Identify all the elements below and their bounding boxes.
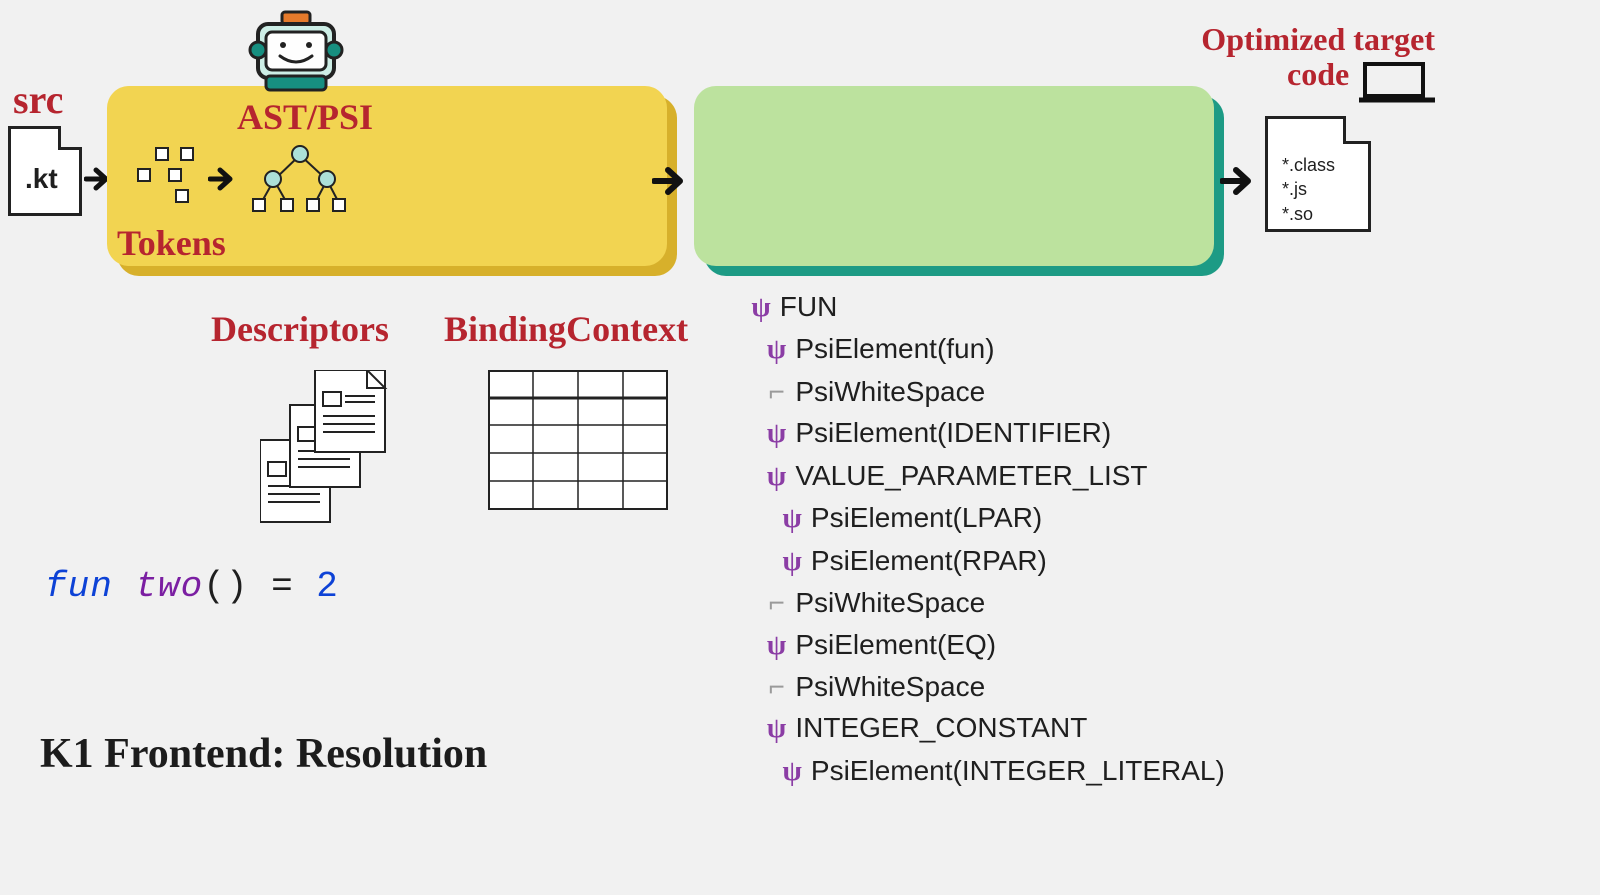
psi-node-text: PsiElement(LPAR) [803, 502, 1042, 533]
whitespace-icon: ⌐ [766, 582, 788, 623]
psi-row: ψ PsiElement(INTEGER_LITERAL) [750, 750, 1225, 792]
binding-context-label: BindingContext [444, 308, 688, 350]
mascot-icon [248, 10, 344, 99]
arrow-icon [652, 164, 692, 198]
psi-row: ψ PsiElement(EQ) [750, 624, 1225, 666]
tokens-label: Tokens [117, 222, 226, 264]
whitespace-icon: ⌐ [766, 666, 788, 707]
psi-row: ψ VALUE_PARAMETER_LIST [750, 455, 1225, 497]
output-ext: *.so [1282, 202, 1335, 226]
psi-node-text: PsiElement(RPAR) [803, 545, 1047, 576]
output-file-exts: *.class *.js *.so [1282, 153, 1335, 226]
psi-node-text: PsiElement(EQ) [788, 629, 997, 660]
backend-stage-box [694, 86, 1214, 266]
code-identifier: two [135, 566, 203, 607]
psi-node-text: PsiWhiteSpace [788, 671, 986, 702]
code-sample: fun two() = 2 [45, 566, 339, 607]
laptop-icon [1359, 60, 1435, 111]
whitespace-icon: ⌐ [766, 371, 788, 412]
psi-node-text: VALUE_PARAMETER_LIST [788, 460, 1148, 491]
binding-context-grid-icon [488, 370, 668, 515]
descriptors-icon [260, 370, 390, 535]
psi-row: ψ PsiElement(fun) [750, 328, 1225, 370]
psi-node-text: FUN [772, 291, 837, 322]
source-file-icon: .kt [8, 126, 82, 216]
arrow-icon [1220, 164, 1260, 198]
psi-row: ψ FUN [750, 286, 1225, 328]
psi-icon: ψ [766, 708, 788, 749]
psi-icon: ψ [766, 456, 788, 497]
src-label: src [13, 76, 63, 123]
output-file-icon: *.class *.js *.so [1265, 116, 1371, 232]
psi-node-text: INTEGER_CONSTANT [788, 712, 1088, 743]
output-ext: *.class [1282, 153, 1335, 177]
psi-row: ⌐ PsiWhiteSpace [750, 666, 1225, 707]
psi-row: ψ INTEGER_CONSTANT [750, 707, 1225, 749]
source-file-ext: .kt [25, 163, 58, 195]
psi-node-text: PsiElement(fun) [788, 333, 995, 364]
psi-icon: ψ [781, 541, 803, 582]
code-keyword: fun [45, 566, 113, 607]
psi-node-text: PsiWhiteSpace [788, 587, 986, 618]
descriptors-label: Descriptors [211, 308, 389, 350]
psi-node-text: PsiElement(INTEGER_LITERAL) [803, 755, 1225, 786]
psi-icon: ψ [781, 751, 803, 792]
arrow-icon [208, 164, 242, 194]
code-parens: () [203, 566, 248, 607]
psi-row: ⌐ PsiWhiteSpace [750, 371, 1225, 412]
code-eq: = [271, 566, 294, 607]
psi-row: ψ PsiElement(LPAR) [750, 497, 1225, 539]
code-number: 2 [316, 566, 339, 607]
psi-icon: ψ [766, 329, 788, 370]
psi-icon: ψ [766, 413, 788, 454]
ast-psi-label: AST/PSI [237, 96, 373, 138]
psi-icon: ψ [766, 625, 788, 666]
psi-node-text: PsiElement(IDENTIFIER) [788, 417, 1112, 448]
psi-node-text: PsiWhiteSpace [788, 376, 986, 407]
psi-icon: ψ [781, 498, 803, 539]
psi-row: ψ PsiElement(IDENTIFIER) [750, 412, 1225, 454]
psi-icon: ψ [750, 287, 772, 328]
psi-row: ψ PsiElement(RPAR) [750, 540, 1225, 582]
psi-tree: ψ FUN ψ PsiElement(fun) ⌐ PsiWhiteSpace … [750, 286, 1225, 792]
psi-row: ⌐ PsiWhiteSpace [750, 582, 1225, 623]
page-title: K1 Frontend: Resolution [40, 730, 487, 778]
output-ext: *.js [1282, 177, 1335, 201]
